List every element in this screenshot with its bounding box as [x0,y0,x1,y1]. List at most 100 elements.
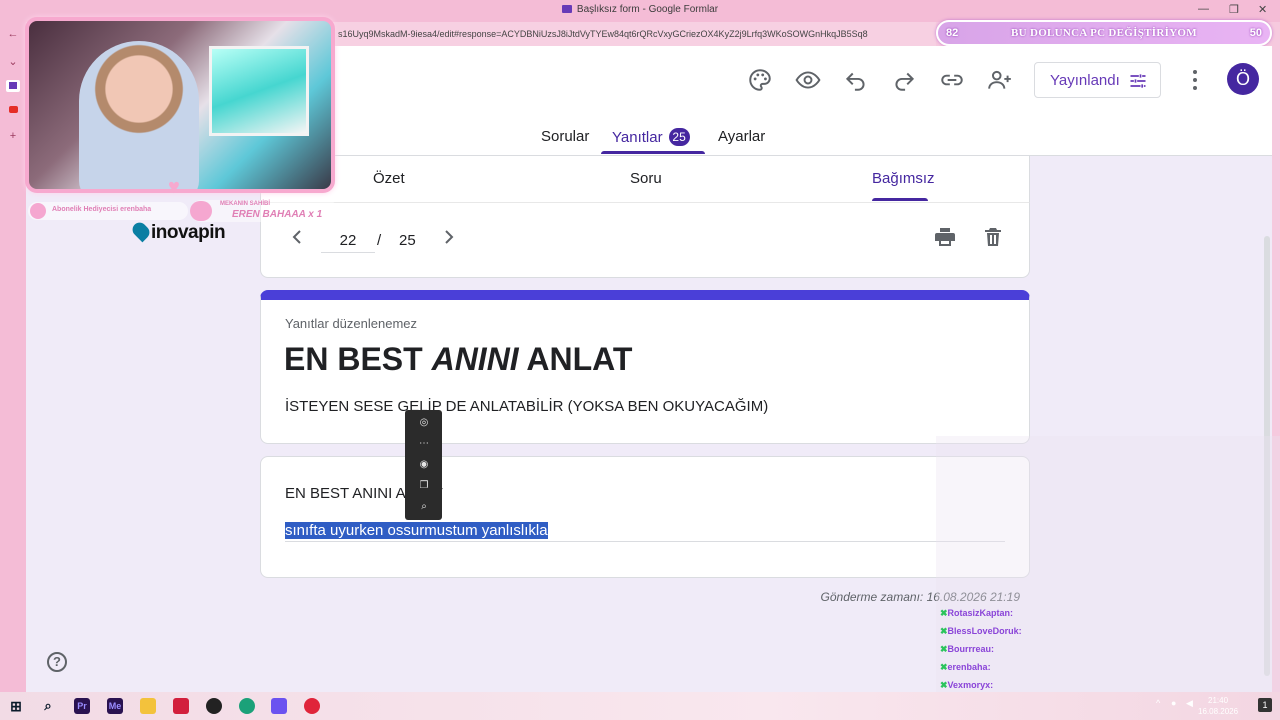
search-taskbar-icon[interactable]: ⌕ [40,698,56,714]
premiere-icon[interactable]: Pr [74,698,90,714]
file-explorer-icon[interactable] [140,698,156,714]
tab-responses[interactable]: Yanıtlar 25 [612,128,690,146]
window-title-text: Başlıksız form - Google Formlar [576,4,719,15]
owner-alert-name: EREN BAHAAA x 1 [232,209,323,220]
form-description: İSTEYEN SESE GELİP DE ANLATABİLİR (YOKSA… [285,398,769,415]
copy-icon[interactable]: ❐ [417,479,431,493]
palette-icon[interactable] [747,67,773,93]
heart-icon: ♥ [168,176,180,198]
minimize-icon[interactable]: — [1198,3,1209,15]
question-card: EN BEST ANINI ANLAT sınıfta uyurken ossu… [260,456,1030,578]
tune-settings-icon [1128,71,1148,91]
chat-username: erenbaha: [947,662,991,672]
chat-username: Bourrreau: [947,644,995,654]
mod-badge-icon: ✖ [940,680,948,690]
location-pin-icon [129,219,153,243]
publish-label: Yayınlandı [1050,72,1120,89]
help-icon[interactable]: ? [47,652,67,672]
obs-icon[interactable] [206,698,222,714]
edge-icon[interactable] [239,698,255,714]
maximize-icon[interactable]: ❐ [1229,3,1239,16]
app-icon-red[interactable] [173,698,189,714]
back-arrow-icon[interactable]: ← [6,28,20,40]
response-number-input[interactable] [321,229,375,253]
redo-icon[interactable] [891,67,917,93]
taskbar-clock[interactable]: 21:40 16.08.2026 [1198,695,1238,717]
tab-settings[interactable]: Ayarlar [718,128,765,145]
avatar[interactable]: Ö [1227,63,1259,95]
next-response-icon[interactable] [437,225,461,249]
hide-toolbar-icon[interactable]: ◎ [417,416,431,430]
subtab-question[interactable]: Soru [630,170,662,187]
nav-separator: / [377,232,382,249]
tab-questions[interactable]: Sorular [541,128,589,145]
preview-eye-icon[interactable] [795,67,821,93]
chat-message: ✖erenbaha: [940,662,991,673]
browser-sidebar: ← ⌄ + [0,22,26,692]
forms-favicon-icon [561,5,572,13]
copilot-icon[interactable]: ◉ [417,458,431,472]
chat-username: RotasizKaptan: [947,608,1014,618]
answer-underline [285,541,1005,542]
new-tab-icon[interactable]: + [6,130,20,142]
response-total: 25 [399,232,416,249]
response-navigator: / 25 [260,202,1030,278]
chat-message: ✖BlessLoveDoruk: [940,626,1022,637]
mod-badge-icon: ✖ [940,608,948,618]
more-icon[interactable]: ⋯ [417,437,431,451]
notification-count[interactable]: 1 [1258,698,1272,712]
add-collaborator-icon[interactable] [987,67,1013,93]
goal-target: 50 [1249,27,1262,39]
url-text[interactable]: s16Uyq9MskadM-9iesa4/edit#response=ACYDB… [338,29,868,39]
sub-gift-text: Abonelik Hediyecisi erenbaha [52,206,152,213]
close-icon[interactable]: ✕ [1258,3,1267,16]
taskbar: ⊞ ⌕ Pr Me ^ ● ◀ 21:40 16.08.2026 1 [0,692,1280,720]
answer-text[interactable]: sınıfta uyurken ossurmustum yanlıslıkla [285,522,548,539]
goal-text: BU DOLUNCA PC DEĞİŞTİRİYOM [1011,27,1197,39]
sponsor-logo: inovapin [129,219,226,244]
streamer-image [79,41,199,189]
previous-response-icon[interactable] [285,225,309,249]
tray-chevron-icon[interactable]: ^ [1156,698,1160,708]
publish-button[interactable]: Yayınlandı [1034,62,1161,98]
chat-username: BlessLoveDoruk: [947,626,1022,636]
chevron-down-icon[interactable]: ⌄ [6,56,20,68]
chat-message: ✖Bourrreau: [940,644,994,655]
discord-icon[interactable] [271,698,287,714]
microphone-icon[interactable]: ● [1171,698,1176,708]
form-title-card: Yanıtlar düzenlenemez EN BEST ANINI ANLA… [260,290,1030,444]
responses-count-badge: 25 [668,128,690,146]
window-title: Başlıksız form - Google Formlar [0,4,1280,15]
chat-overlay: ✖RotasizKaptan: ✖BlessLoveDoruk: ✖Bourrr… [936,436,1280,692]
form-title-part-2: ANINI [431,341,519,377]
mod-badge-icon: ✖ [940,644,948,654]
sponsor-name: inovapin [151,222,226,243]
webcam-overlay [25,17,335,193]
chat-message: ✖RotasizKaptan: [940,608,1013,619]
search-icon[interactable]: ⌕ [417,500,431,514]
media-encoder-icon[interactable]: Me [107,698,123,714]
clock-time: 21:40 [1208,696,1229,705]
link-icon[interactable] [939,67,965,93]
more-options-icon[interactable] [1190,66,1200,94]
windows-start-icon[interactable]: ⊞ [8,698,24,714]
undo-icon[interactable] [843,67,869,93]
forms-tab-icon[interactable] [6,80,20,92]
sub-gift-alert: Abonelik Hediyecisi erenbaha [28,202,188,220]
crown-icon [190,201,212,221]
heart-badge-icon [30,203,46,219]
form-title: EN BEST ANINI ANLAT [284,341,632,378]
mod-badge-icon: ✖ [940,626,948,636]
chat-message: ✖Vexmoryx: [940,680,993,691]
volume-icon[interactable]: ◀ [1186,698,1193,709]
selected-answer-text[interactable]: sınıfta uyurken ossurmustum yanlıslıkla [285,522,548,539]
chat-username: Vexmoryx: [947,680,994,690]
tab-responses-label: Yanıtlar [612,129,663,146]
print-icon[interactable] [933,225,957,249]
youtube-tab-icon[interactable] [6,104,20,116]
app-icon-red-2[interactable] [304,698,320,714]
active-subtab-indicator [872,198,928,201]
subtab-individual[interactable]: Bağımsız [872,170,935,187]
subtab-summary[interactable]: Özet [373,170,405,187]
delete-icon[interactable] [981,225,1005,249]
